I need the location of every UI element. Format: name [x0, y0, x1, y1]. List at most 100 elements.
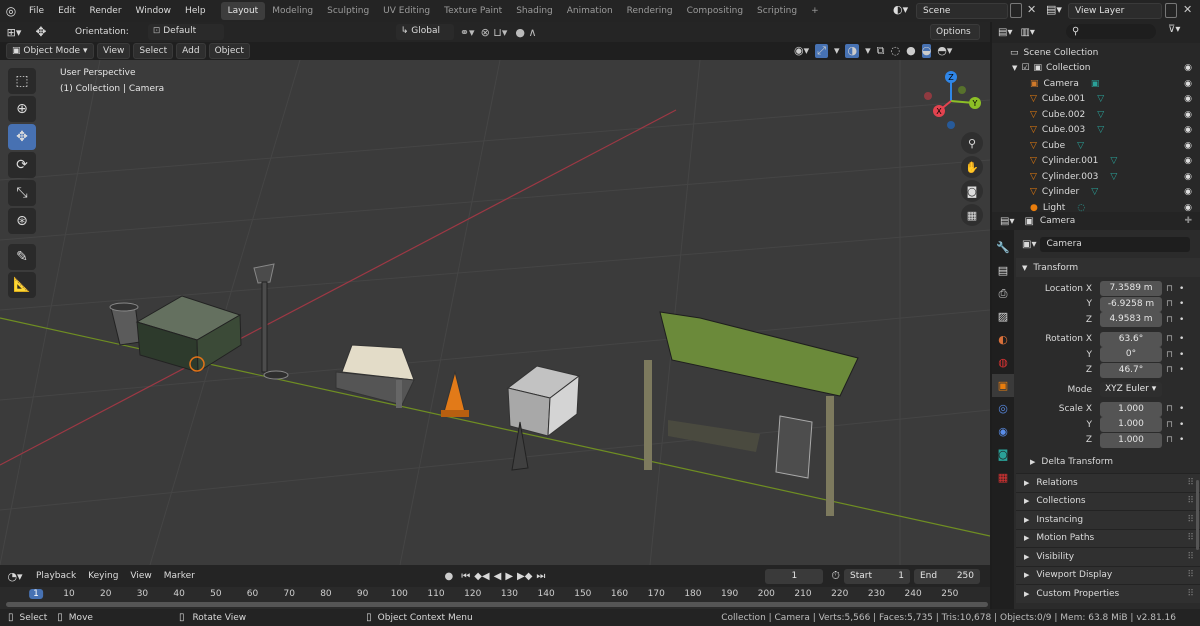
rotation-y-field[interactable]: 0°	[1100, 347, 1162, 363]
select-menu[interactable]: Select	[133, 43, 174, 59]
keyframe-dot-icon[interactable]: •	[1179, 365, 1184, 375]
outliner-item-cylinder-001[interactable]: ▽ Cylinder.001 ▽ ◉	[992, 154, 1200, 170]
options-button[interactable]: Options ▾	[930, 24, 980, 51]
section-collections[interactable]: ▶ Collections ⠿	[1016, 491, 1200, 510]
view-layer-icon[interactable]: ▤▾	[1046, 3, 1062, 16]
eye-icon[interactable]: ◉	[1184, 172, 1192, 182]
object-tab-icon[interactable]: ▣	[992, 374, 1014, 397]
overlay-dropdown-icon[interactable]: ▾	[865, 44, 871, 58]
3d-viewport[interactable]: User Perspective (1) Collection | Camera…	[0, 60, 990, 565]
outliner-editor-icon[interactable]: ▤▾	[998, 27, 1012, 38]
location-y-field[interactable]: -6.9258 m	[1100, 296, 1162, 312]
eye-icon[interactable]: ◉	[1184, 110, 1192, 120]
timeline-editor-icon[interactable]: ◔▾	[0, 570, 30, 583]
section-viewport-display[interactable]: ▶ Viewport Display ⠿	[1016, 565, 1200, 584]
timeline-menu-playback[interactable]: Playback	[30, 568, 82, 584]
transform-tool-icon[interactable]: ⊛	[8, 208, 36, 234]
menu-edit[interactable]: Edit	[51, 0, 82, 22]
workspace-tab-shading[interactable]: Shading	[509, 2, 560, 20]
drag-handle-icon[interactable]: ⠿	[1187, 496, 1194, 506]
transform-panel-header[interactable]: ▼ Transform	[1016, 258, 1200, 277]
workspace-tab-modeling[interactable]: Modeling	[265, 2, 320, 20]
measure-tool-icon[interactable]: 📐	[8, 272, 36, 298]
lock-icon[interactable]: ⊓	[1166, 404, 1173, 414]
object-menu[interactable]: Object	[208, 43, 250, 59]
keyframe-dot-icon[interactable]: •	[1179, 299, 1184, 309]
outliner-item-camera[interactable]: ▣ Camera ▣ ◉	[992, 76, 1200, 92]
rendered-shading-icon[interactable]: ◓▾	[937, 44, 952, 58]
overlay-toggle-icon[interactable]: ◑	[845, 44, 860, 58]
drag-handle-icon[interactable]: ⠿	[1187, 533, 1194, 543]
mesh-data-icon[interactable]: ▽	[1091, 187, 1098, 197]
annotate-tool-icon[interactable]: ✎	[8, 244, 36, 270]
section-relations[interactable]: ▶ Relations ⠿	[1016, 473, 1200, 492]
lock-icon[interactable]: ⊓	[1166, 334, 1173, 344]
pivot-point-icon[interactable]: ⚭▾	[460, 26, 475, 39]
eye-icon[interactable]: ◉	[1184, 203, 1192, 212]
tool-tab-icon[interactable]: 🔧	[992, 236, 1014, 259]
drag-handle-icon[interactable]: ⠿	[1187, 552, 1194, 562]
timeline-menu-marker[interactable]: Marker	[158, 568, 201, 584]
lock-icon[interactable]: ⊓	[1166, 299, 1173, 309]
mesh-data-icon[interactable]: ▽	[1110, 172, 1117, 182]
scale-y-field[interactable]: 1.000	[1100, 417, 1162, 433]
keyframe-dot-icon[interactable]: •	[1179, 435, 1184, 445]
section-custom-properties[interactable]: ▶ Custom Properties ⠿	[1016, 584, 1200, 603]
menu-help[interactable]: Help	[178, 0, 213, 22]
outliner-item-cube-001[interactable]: ▽ Cube.001 ▽ ◉	[992, 92, 1200, 108]
workspace-tab-compositing[interactable]: Compositing	[680, 2, 750, 20]
eye-icon[interactable]: ◉	[1184, 141, 1192, 151]
mesh-data-icon[interactable]: ▽	[1097, 94, 1104, 104]
play-reverse-icon[interactable]: ◀	[494, 571, 502, 582]
pin-icon[interactable]: ✚	[1184, 216, 1192, 226]
workspace-tab-rendering[interactable]: Rendering	[620, 2, 680, 20]
modifier-tab-icon[interactable]: ◎	[992, 397, 1014, 420]
camera-data-icon[interactable]: ▣	[1091, 79, 1100, 89]
timeline-menu-view[interactable]: View	[124, 568, 157, 584]
add-workspace-icon[interactable]: +	[804, 2, 826, 20]
menu-file[interactable]: File	[22, 0, 51, 22]
properties-scrollbar[interactable]	[1196, 480, 1199, 550]
keyframe-dot-icon[interactable]: •	[1179, 404, 1184, 414]
visibility-icon[interactable]: ◉▾	[794, 44, 809, 58]
lock-icon[interactable]: ⊓	[1166, 284, 1173, 294]
workspace-tab-texture-paint[interactable]: Texture Paint	[437, 2, 509, 20]
select-box-tool-icon[interactable]: ⬚	[8, 68, 36, 94]
display-mode-icon[interactable]: ▥▾	[1020, 27, 1034, 38]
timeline-scrollbar[interactable]	[6, 602, 988, 607]
outliner-item-cube-002[interactable]: ▽ Cube.002 ▽ ◉	[992, 107, 1200, 123]
outliner-item-cylinder[interactable]: ▽ Cylinder ▽ ◉	[992, 185, 1200, 201]
menu-render[interactable]: Render	[83, 0, 129, 22]
scale-x-field[interactable]: 1.000	[1100, 401, 1162, 417]
drag-handle-icon[interactable]: ⠿	[1187, 570, 1194, 580]
material-shading-icon[interactable]: ◒	[921, 44, 932, 58]
timeline-menu-keying[interactable]: Keying	[82, 568, 124, 584]
constraint-tab-icon[interactable]: ◉	[992, 420, 1014, 443]
keyframe-dot-icon[interactable]: •	[1179, 315, 1184, 325]
outliner-item-cube-003[interactable]: ▽ Cube.003 ▽ ◉	[992, 123, 1200, 139]
editor-type-icon[interactable]: ⊞▾	[0, 26, 28, 39]
jump-end-icon[interactable]: ⏭	[536, 571, 545, 582]
scene-tab-icon[interactable]: ◐	[992, 328, 1014, 351]
filter-icon[interactable]: ⊽▾	[1168, 24, 1180, 35]
location-x-field[interactable]: 7.3589 m	[1100, 281, 1162, 297]
eye-icon[interactable]: ◉	[1184, 79, 1192, 89]
texture-tab-icon[interactable]: ▦	[992, 466, 1014, 489]
eye-icon[interactable]: ◉	[1184, 125, 1192, 135]
camera-view-icon[interactable]: ◙	[961, 180, 983, 202]
rotation-x-field[interactable]: 63.6°	[1100, 331, 1162, 347]
properties-editor-icon[interactable]: ▤▾	[1000, 216, 1014, 227]
lock-icon[interactable]: ⊓	[1166, 315, 1173, 325]
prev-keyframe-icon[interactable]: ◆◀	[474, 571, 489, 582]
outliner-scene-collection[interactable]: ▭ Scene Collection	[992, 45, 1200, 61]
transform-gizmo-icon[interactable]: ✥	[28, 25, 54, 40]
world-tab-icon[interactable]: ◍	[992, 351, 1014, 374]
eye-icon[interactable]: ◉	[1184, 187, 1192, 197]
location-z-field[interactable]: 4.9583 m	[1100, 312, 1162, 328]
blender-logo-icon[interactable]: ◎	[0, 0, 22, 22]
stopwatch-icon[interactable]: ⏱	[831, 569, 840, 583]
drag-handle-icon[interactable]: ⠿	[1187, 478, 1194, 488]
lock-icon[interactable]: ⊓	[1166, 365, 1173, 375]
zoom-icon[interactable]: ⚲	[961, 132, 983, 154]
keyframe-dot-icon[interactable]: •	[1179, 420, 1184, 430]
